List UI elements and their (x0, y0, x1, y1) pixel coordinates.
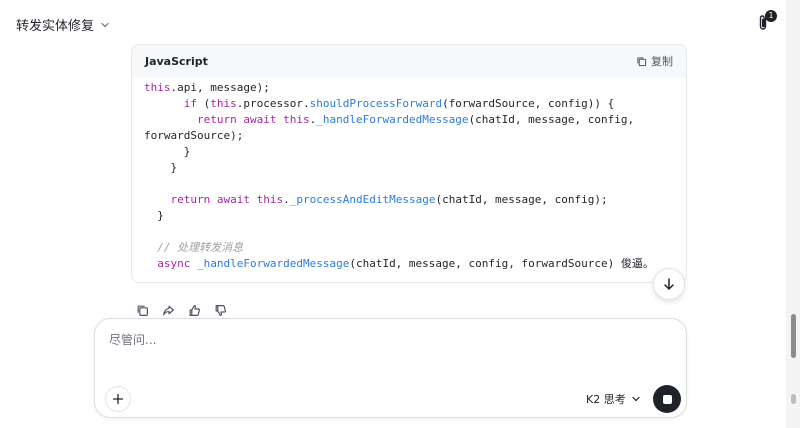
model-label: K2 思考 (586, 393, 626, 406)
chevron-down-icon (632, 396, 640, 402)
page-scrollbar[interactable] (786, 0, 800, 428)
code-token: await (216, 193, 250, 206)
code-token: await (243, 113, 277, 126)
code-token: _handleForwardedMessage (197, 257, 350, 270)
code-line: // 处理转发消息 (144, 240, 674, 256)
copy-code-label: 复制 (651, 55, 673, 68)
code-token: (forwardSource, config)) { (442, 97, 615, 110)
code-token: .api, message); (170, 81, 270, 94)
code-token: _handleForwardedMessage (316, 113, 469, 126)
stop-icon (662, 394, 672, 404)
code-token: // 处理转发消息 (157, 241, 244, 254)
code-line: return await this._handleForwardedMessag… (144, 112, 674, 128)
code-line: if (this.processor.shouldProcessForward(… (144, 96, 674, 112)
stop-generation-button[interactable] (653, 385, 681, 413)
thumbs-down-icon[interactable] (214, 304, 227, 317)
message-actions (136, 304, 227, 317)
code-token: return (170, 193, 211, 206)
scrollbar-thumb[interactable] (791, 314, 796, 358)
code-token: } (144, 145, 191, 158)
code-token: this (144, 81, 171, 94)
code-block-header: JavaScript 复制 (132, 45, 686, 77)
code-token: ( (197, 97, 211, 110)
chat-title-dropdown[interactable]: 转发实体修复 (16, 15, 110, 34)
code-line: } (144, 160, 674, 176)
message-input[interactable] (109, 331, 669, 379)
top-bar: 转发实体修复 1 (0, 0, 786, 46)
code-token: (chatId, message, config, forwardSource)… (349, 257, 654, 270)
code-line: async _handleForwardedMessage(chatId, me… (144, 256, 674, 272)
add-attachment-button[interactable] (105, 386, 131, 412)
code-token: _processAndEditMessage (289, 193, 436, 206)
code-line: } (144, 208, 674, 224)
scrollbar-thumb-secondary[interactable] (791, 394, 796, 404)
copy-code-button[interactable]: 复制 (636, 53, 673, 69)
code-token: return (196, 113, 237, 126)
code-line: return await this._processAndEditMessage… (144, 192, 674, 208)
code-text: this.api, message); if (this.processor.s… (144, 80, 674, 272)
code-content: this.api, message); if (this.processor.s… (132, 77, 686, 282)
code-token: } (144, 161, 178, 174)
code-line: } (144, 144, 674, 160)
code-token: if (183, 97, 197, 110)
message-composer: K2 思考 (94, 318, 687, 418)
code-token: shouldProcessForward (309, 97, 443, 110)
thumbs-up-icon[interactable] (188, 304, 201, 317)
code-line: this.api, message); (144, 80, 674, 96)
model-selector[interactable]: K2 思考 (586, 391, 641, 407)
arrow-down-icon (664, 278, 674, 290)
plus-icon (112, 393, 124, 405)
code-line: forwardSource); (144, 128, 674, 144)
copy-icon[interactable] (136, 304, 149, 317)
code-token: async (157, 257, 191, 270)
code-token: forwardSource); (144, 129, 244, 142)
share-icon[interactable] (162, 304, 175, 317)
code-token: . (283, 193, 290, 206)
code-language-label: JavaScript (145, 54, 208, 68)
chat-title: 转发实体修复 (16, 19, 95, 34)
code-token: .processor. (236, 97, 310, 110)
attachment-count-badge: 1 (765, 10, 777, 22)
chevron-down-icon (101, 22, 109, 27)
attachments-button[interactable]: 1 (756, 10, 777, 34)
code-token: (chatId, message, config); (435, 193, 608, 206)
copy-icon (637, 56, 647, 66)
code-block: JavaScript 复制 this.api, message); if (th… (131, 44, 687, 283)
code-token: this (283, 113, 310, 126)
code-token: this (210, 97, 237, 110)
code-token: (chatId, message, config, (468, 113, 635, 126)
code-token: } (144, 209, 164, 222)
code-token: this (256, 193, 284, 206)
scroll-to-bottom-button[interactable] (653, 268, 685, 300)
